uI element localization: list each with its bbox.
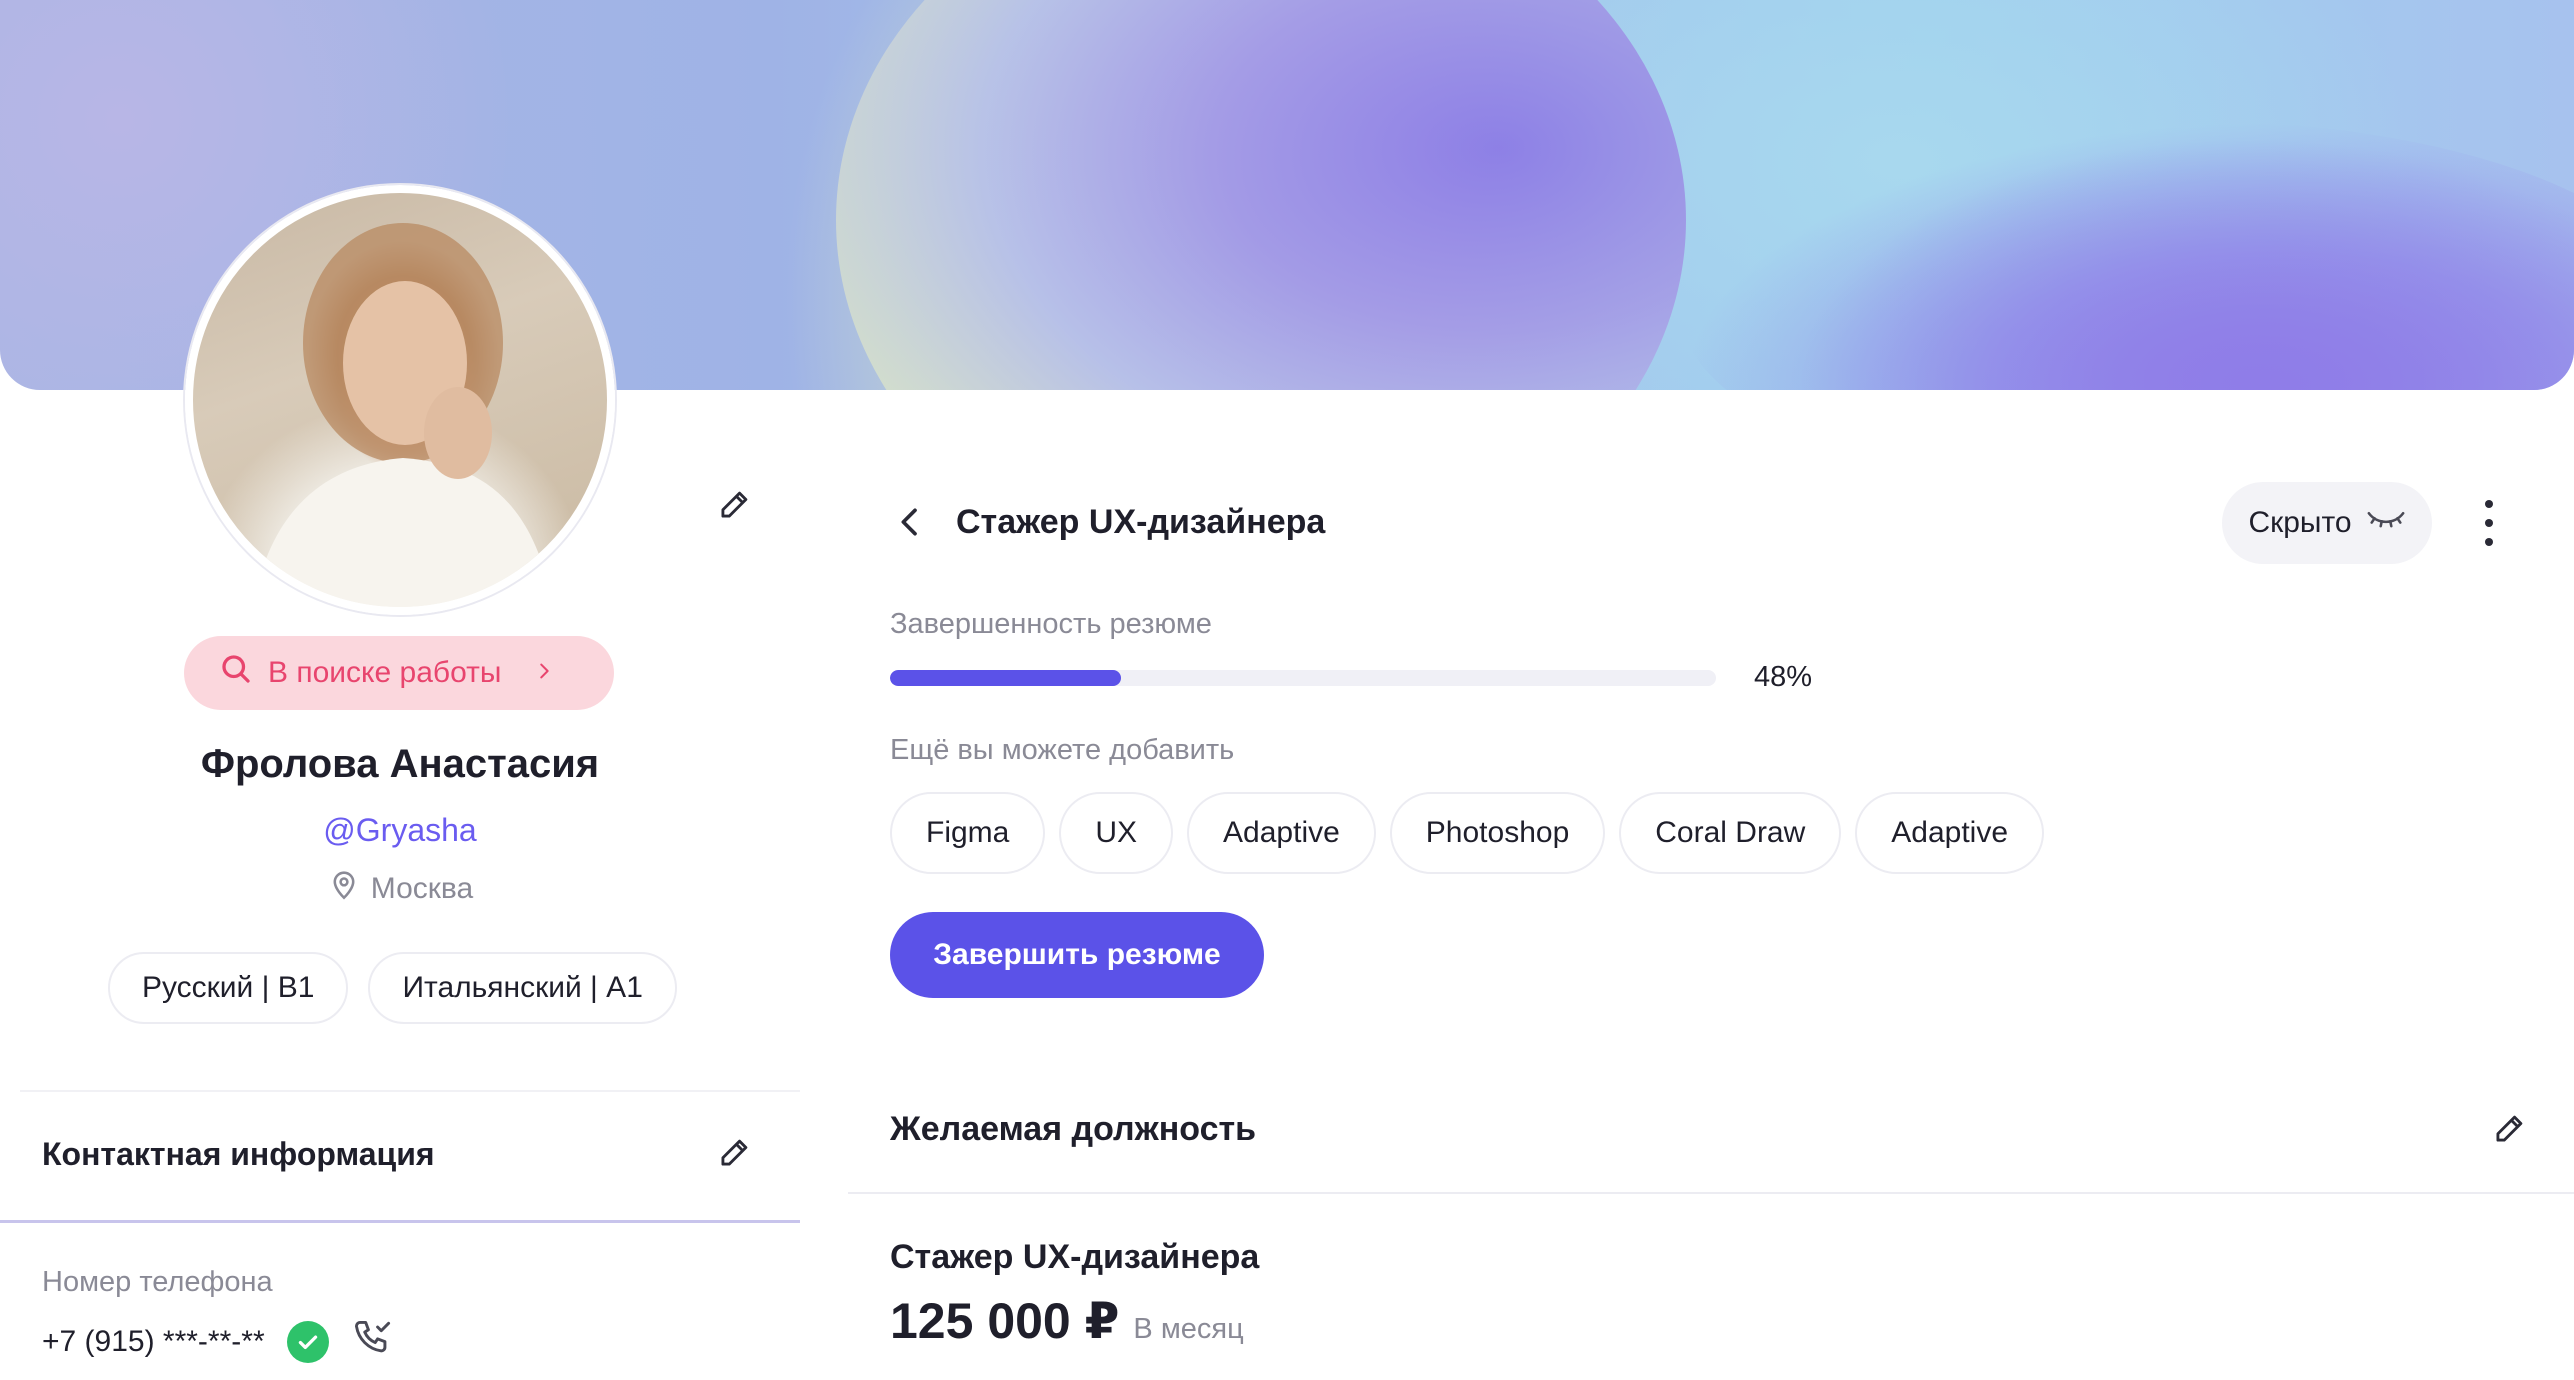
cover-wave [1680,120,2574,390]
job-search-status[interactable]: В поиске работы [184,636,614,710]
completion-progress-fill [890,670,1122,686]
suggested-skills: Figma UX Adaptive Photoshop Coral Draw A… [890,792,2045,874]
visibility-toggle[interactable]: Скрыто [2222,482,2432,564]
cover-orb [836,0,1686,390]
visibility-label: Скрыто [2248,506,2352,539]
contact-section-title: Контактная информация [42,1136,435,1172]
phone-row: +7 (915) ***-**-** [42,1316,395,1368]
skill-chip[interactable]: Figma [890,792,1046,874]
avatar-portrait [253,223,553,607]
profile-name: Фролова Анастасия [200,742,600,786]
add-suggestions-label: Ещё вы можете добавить [890,734,1235,766]
phone-label: Номер телефона [42,1266,273,1298]
desired-position-name: Стажер UX-дизайнера [890,1238,1260,1276]
languages-list: Русский | B1 Итальянский | A1 [108,952,677,1024]
more-vertical-icon[interactable] [2474,500,2504,546]
contact-divider [0,1220,800,1223]
salary-period: В месяц [1133,1313,1244,1345]
skill-chip[interactable]: Coral Draw [1619,792,1842,874]
language-chip[interactable]: Итальянский | A1 [368,952,677,1024]
edit-contacts-pencil-icon[interactable] [715,1134,753,1172]
skill-chip[interactable]: UX [1059,792,1174,874]
completion-progress [890,670,1716,686]
status-label: В поиске работы [268,656,502,689]
completion-value: 48% [1754,661,1813,693]
phone-value: +7 (915) ***-**-** [42,1325,265,1358]
desired-position-title: Желаемая должность [890,1110,1257,1148]
divider [20,1090,800,1092]
phone-check-icon[interactable] [351,1316,395,1368]
chevron-right-icon [533,656,555,690]
completion-label: Завершенность резюме [890,608,1212,640]
location-pin-icon [327,868,361,910]
profile-handle[interactable]: @Gryasha [0,812,800,849]
avatar[interactable] [185,185,615,615]
salary-row: 125 000 ₽ В месяц [890,1292,1244,1350]
divider [848,1192,2574,1194]
resume-title: Стажер UX-дизайнера [956,503,1326,541]
salary-value: 125 000 ₽ [890,1293,1120,1349]
eye-closed-icon [2366,505,2406,541]
language-chip[interactable]: Русский | B1 [108,952,349,1024]
city-label: Москва [370,872,474,905]
finish-resume-button[interactable]: Завершить резюме [890,912,1264,998]
chevron-left-icon[interactable] [890,502,930,542]
skill-chip[interactable]: Adaptive [1187,792,1376,874]
edit-desired-pencil-icon[interactable] [2490,1110,2528,1148]
search-icon [218,651,254,695]
edit-profile-pencil-icon[interactable] [715,486,753,524]
check-icon [286,1321,329,1363]
profile-city: Москва [0,868,800,910]
skill-chip[interactable]: Photoshop [1389,792,1606,874]
skill-chip[interactable]: Adaptive [1855,792,2045,874]
